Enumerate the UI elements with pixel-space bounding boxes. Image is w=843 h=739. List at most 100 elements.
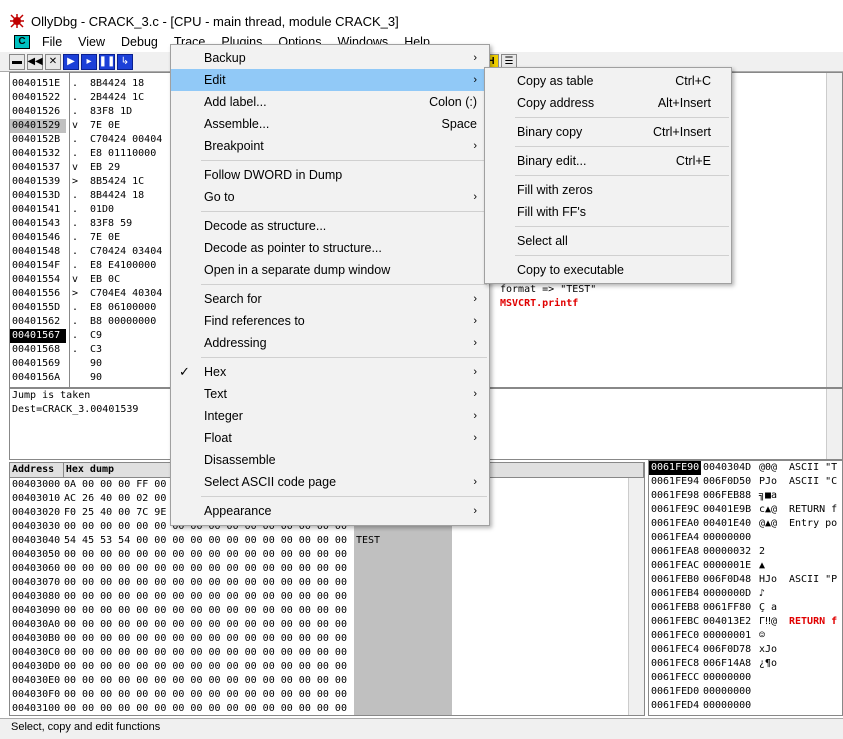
dump-header-address[interactable]: Address	[10, 463, 64, 477]
stack-row[interactable]: 0061FEBC 004013E2 Γ‼@ RETURN f	[649, 615, 842, 629]
info-scrollbar[interactable]	[826, 389, 842, 459]
menu-item-go-to[interactable]: Go to ›	[171, 186, 489, 208]
disasm-hex[interactable]: C9	[90, 329, 170, 343]
submenu-item-binary-copy[interactable]: Binary copy Ctrl+Insert	[485, 121, 731, 143]
dump-row[interactable]: 004030B0 00 00 00 00 00 00 00 00 00 00 00…	[10, 632, 644, 646]
stack-row[interactable]: 0061FECC 00000000	[649, 671, 842, 685]
disasm-address[interactable]: 0040151E	[10, 77, 66, 91]
disasm-hex[interactable]: 90	[90, 357, 170, 371]
menu-item-disassemble[interactable]: Disassemble	[171, 449, 489, 471]
disasm-hex[interactable]: 8B4424 18	[90, 77, 170, 91]
disasm-hex[interactable]: 7E 0E	[90, 231, 170, 245]
stack-row[interactable]: 0061FEAC 0000001E ▲	[649, 559, 842, 573]
stack-row[interactable]: 0061FEB4 0000000D ♪	[649, 587, 842, 601]
submenu-item-binary-edit[interactable]: Binary edit... Ctrl+E	[485, 150, 731, 172]
disasm-address[interactable]: 00401568	[10, 343, 66, 357]
dump-row[interactable]: 00403070 00 00 00 00 00 00 00 00 00 00 00…	[10, 576, 644, 590]
menu-file[interactable]: File	[34, 35, 70, 49]
disasm-address[interactable]: 00401543	[10, 217, 66, 231]
disasm-address[interactable]: 00401526	[10, 105, 66, 119]
menu-item-appearance[interactable]: Appearance ›	[171, 500, 489, 522]
disasm-address[interactable]: 00401562	[10, 315, 66, 329]
dump-row[interactable]: 00403050 00 00 00 00 00 00 00 00 00 00 00…	[10, 548, 644, 562]
disasm-address[interactable]: 00401539	[10, 175, 66, 189]
disasm-address[interactable]: 00401529	[10, 119, 66, 133]
disasm-hex[interactable]: 01D0	[90, 203, 170, 217]
dump-row[interactable]: 00403090 00 00 00 00 00 00 00 00 00 00 00…	[10, 604, 644, 618]
stack-row[interactable]: 0061FEA0 00401E40 @▲@ Entry po	[649, 517, 842, 531]
stack-row[interactable]: 0061FEB8 0061FF80 Ç a	[649, 601, 842, 615]
stack-row[interactable]: 0061FEA4 00000000	[649, 531, 842, 545]
submenu-item-copy-as-table[interactable]: Copy as table Ctrl+C	[485, 70, 731, 92]
disassembly-scrollbar[interactable]	[826, 73, 842, 387]
stack-row[interactable]: 0061FEC4 006F0D78 xJo	[649, 643, 842, 657]
disasm-address[interactable]: 00401548	[10, 245, 66, 259]
dump-row[interactable]: 00403040 54 45 53 54 00 00 00 00 00 00 00…	[10, 534, 644, 548]
disasm-hex[interactable]: 2B4424 1C	[90, 91, 170, 105]
disasm-hex[interactable]: EB 29	[90, 161, 170, 175]
disasm-address[interactable]: 0040152B	[10, 133, 66, 147]
submenu-item-fill-with-zeros[interactable]: Fill with zeros	[485, 179, 731, 201]
pause-icon[interactable]: ❚❚	[99, 53, 115, 70]
disasm-hex[interactable]: E8 01110000	[90, 147, 170, 161]
submenu-item-fill-with-ff-s[interactable]: Fill with FF's	[485, 201, 731, 223]
disasm-hex[interactable]: 90	[90, 371, 170, 385]
disasm-hex[interactable]: 8B4424 18	[90, 189, 170, 203]
menu-debug[interactable]: Debug	[113, 35, 166, 49]
menu-item-assemble[interactable]: Assemble... Space	[171, 113, 489, 135]
submenu-item-copy-to-executable[interactable]: Copy to executable	[485, 259, 731, 281]
disasm-address[interactable]: 00401532	[10, 147, 66, 161]
disasm-hex[interactable]: C3	[90, 343, 170, 357]
dump-scrollbar[interactable]	[628, 478, 644, 715]
menu-item-breakpoint[interactable]: Breakpoint ›	[171, 135, 489, 157]
disasm-hex[interactable]: EB 0C	[90, 273, 170, 287]
stack-pane[interactable]: 0061FE90 0040304D @0@ ASCII "T 0061FE94 006F0…	[648, 460, 843, 716]
disasm-address[interactable]: 0040154F	[10, 259, 66, 273]
menu-item-integer[interactable]: Integer ›	[171, 405, 489, 427]
menu-item-float[interactable]: Float ›	[171, 427, 489, 449]
run-icon[interactable]: ▶	[63, 53, 79, 70]
stack-row[interactable]: 0061FEB0 006F0D48 HJo ASCII "P	[649, 573, 842, 587]
disasm-address[interactable]: 00401522	[10, 91, 66, 105]
menu-item-addressing[interactable]: Addressing ›	[171, 332, 489, 354]
menu-item-text[interactable]: Text ›	[171, 383, 489, 405]
stack-row[interactable]: 0061FEC0 00000001 ☺	[649, 629, 842, 643]
dump-row[interactable]: 00403100 00 00 00 00 00 00 00 00 00 00 00…	[10, 702, 644, 715]
dump-row[interactable]: 00403080 00 00 00 00 00 00 00 00 00 00 00…	[10, 590, 644, 604]
step-into-icon[interactable]: ▸	[81, 53, 97, 70]
menu-item-edit[interactable]: Edit ›	[171, 69, 489, 91]
submenu-item-select-all[interactable]: Select all	[485, 230, 731, 252]
menu-item-select-ascii-code-page[interactable]: Select ASCII code page ›	[171, 471, 489, 493]
menu-item-backup[interactable]: Backup ›	[171, 47, 489, 69]
open-folder-icon[interactable]: ▬	[9, 53, 25, 70]
dump-row[interactable]: 004030A0 00 00 00 00 00 00 00 00 00 00 00…	[10, 618, 644, 632]
disasm-hex[interactable]: 83F8 59	[90, 217, 170, 231]
disasm-address[interactable]: 00401541	[10, 203, 66, 217]
disasm-hex[interactable]: 8B5424 1C	[90, 175, 170, 189]
menu-item-search-for[interactable]: Search for ›	[171, 288, 489, 310]
submenu-item-copy-address[interactable]: Copy address Alt+Insert	[485, 92, 731, 114]
dump-row[interactable]: 004030E0 00 00 00 00 00 00 00 00 00 00 00…	[10, 674, 644, 688]
menu-item-hex[interactable]: ✓ Hex ›	[171, 361, 489, 383]
disasm-address[interactable]: 00401567	[10, 329, 66, 343]
disasm-address[interactable]: 00401546	[10, 231, 66, 245]
close-icon[interactable]: ✕	[45, 53, 61, 70]
menu-item-decode-as-pointer-to-structure[interactable]: Decode as pointer to structure...	[171, 237, 489, 259]
disasm-hex[interactable]: C704E4 40304	[90, 287, 170, 301]
disasm-hex[interactable]: E8 E4100000	[90, 259, 170, 273]
stack-row[interactable]: 0061FE90 0040304D @0@ ASCII "T	[649, 461, 842, 475]
dump-row[interactable]: 004030F0 00 00 00 00 00 00 00 00 00 00 00…	[10, 688, 644, 702]
stack-row[interactable]: 0061FE94 006F0D50 PJo ASCII "C	[649, 475, 842, 489]
disasm-hex[interactable]: C70424 03404	[90, 245, 170, 259]
disasm-address[interactable]: 00401569	[10, 357, 66, 371]
menu-item-add-label[interactable]: Add label... Colon (:)	[171, 91, 489, 113]
restart-icon[interactable]: ◀◀	[27, 53, 43, 70]
stack-row[interactable]: 0061FE98 006FEB88 ╗■a	[649, 489, 842, 503]
disasm-address[interactable]: 0040156A	[10, 371, 66, 385]
dump-row[interactable]: 00403060 00 00 00 00 00 00 00 00 00 00 00…	[10, 562, 644, 576]
stack-row[interactable]: 0061FED0 00000000	[649, 685, 842, 699]
cpu-window-icon[interactable]: C	[14, 35, 30, 49]
dump-row[interactable]: 004030D0 00 00 00 00 00 00 00 00 00 00 00…	[10, 660, 644, 674]
disasm-address[interactable]: 00401537	[10, 161, 66, 175]
menu-view[interactable]: View	[70, 35, 113, 49]
